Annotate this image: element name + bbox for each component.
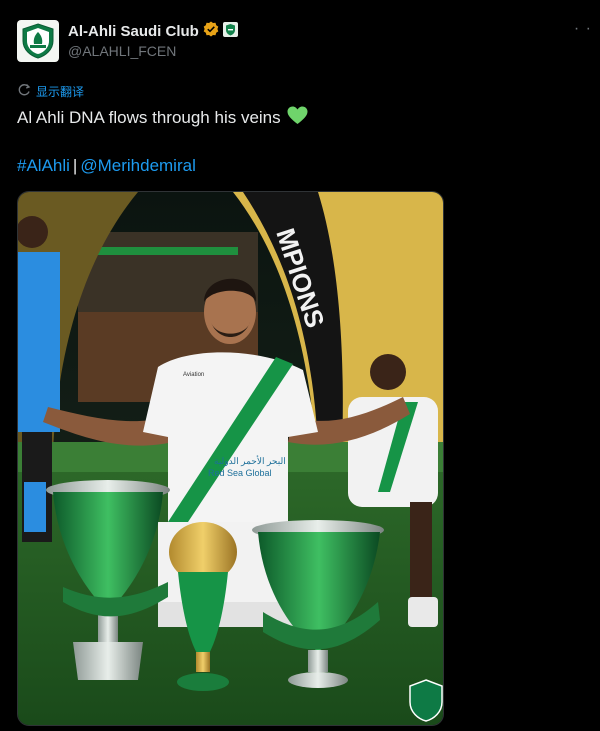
- avatar[interactable]: [17, 20, 59, 62]
- green-heart-icon: [287, 106, 308, 130]
- translate-button[interactable]: 显示翻译: [17, 83, 84, 100]
- verified-badge-icon: [203, 21, 219, 41]
- hashtag-link[interactable]: #AlAhli: [17, 156, 70, 175]
- account-name-row[interactable]: Al-Ahli Saudi Club: [68, 21, 238, 41]
- tweet-text: Al Ahli DNA flows through his veins: [17, 106, 308, 130]
- more-options-icon[interactable]: · ·: [574, 21, 592, 37]
- account-handle[interactable]: @ALAHLI_FCEN: [68, 43, 176, 59]
- tweet-media-photo[interactable]: MPIONS البحر الأحمر الدولية Red Sea Glob…: [17, 191, 444, 726]
- translate-label[interactable]: 显示翻译: [36, 83, 84, 100]
- tweet-body: Al Ahli DNA flows through his veins: [17, 108, 281, 127]
- shirt-brand: Aviation: [183, 372, 204, 378]
- tweet-links: #AlAhli | @Merihdemiral: [17, 156, 196, 176]
- affiliate-badge-icon[interactable]: [222, 21, 238, 41]
- mention-link[interactable]: @Merihdemiral: [80, 156, 196, 175]
- translate-icon: [17, 83, 31, 100]
- sponsor-arabic: البحر الأحمر الدولية: [214, 455, 286, 467]
- account-name[interactable]: Al-Ahli Saudi Club: [68, 23, 199, 40]
- club-crest-icon: [22, 23, 54, 59]
- photo-illustration: MPIONS البحر الأحمر الدولية Red Sea Glob…: [18, 192, 443, 725]
- sponsor-text: Red Sea Global: [208, 468, 272, 478]
- link-separator: |: [72, 156, 78, 175]
- watermark-crest-icon: [409, 679, 443, 722]
